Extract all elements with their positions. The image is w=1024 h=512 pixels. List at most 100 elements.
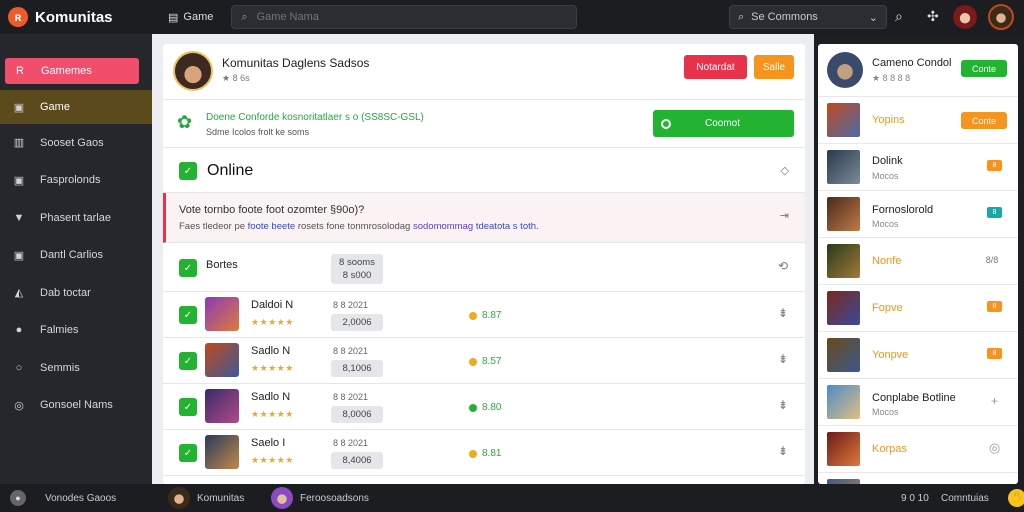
notice-link[interactable]: tdeatota s toth. <box>476 221 539 232</box>
item-sub: Mocos <box>872 171 899 181</box>
item-name: Korpas <box>872 443 907 455</box>
sidebar-item-dantl[interactable]: ▣ Dantl Carlios <box>0 237 152 275</box>
secondary-button[interactable]: Salle <box>754 55 794 79</box>
sidebar-item-falmies[interactable]: ● Falmies <box>0 312 152 350</box>
sidebar-item-semmis[interactable]: ○ Semmis <box>0 349 152 387</box>
check-icon[interactable]: ✓ <box>179 398 197 416</box>
game-thumbnail <box>827 338 860 372</box>
game-thumbnail <box>827 197 860 231</box>
item-name: Yopins <box>872 114 905 126</box>
sidebar-item-phasent[interactable]: ▼ Phasent tarlae <box>0 199 152 237</box>
table-row[interactable]: ✓ Daldoi N ★★★★★ 8 8 2021 2,0006 8.87 ⇟ <box>163 292 805 338</box>
footer-community[interactable]: Comntuias ✋ <box>941 488 1024 508</box>
status-dot <box>469 403 477 412</box>
table-row[interactable]: ✓ Sadlo N ★★★★★ 8 8 2021 8,1006 8.57 ⇟ <box>163 338 805 384</box>
notice-banner: Vote tornbo foote foot ozomter §90o)? Fa… <box>163 193 805 243</box>
sidebar-item-fasprolonds[interactable]: ▣ Fasprolonds <box>0 162 152 200</box>
expand-icon[interactable]: ⇥ <box>780 209 789 222</box>
chevron-down-icon: ⌄ <box>868 11 878 24</box>
notice-link[interactable]: foote beete <box>248 221 296 232</box>
avatar[interactable] <box>173 51 213 91</box>
item-tag[interactable]: Conte <box>961 112 1007 129</box>
item-name: Fopve <box>872 302 903 314</box>
notice-title: Vote tornbo foote foot ozomter §90o)? <box>179 204 365 216</box>
notice-link[interactable]: sodomommag <box>413 221 476 232</box>
check-icon[interactable]: ✓ <box>179 444 197 462</box>
table-row[interactable]: ✓ Saelo I ★★★★★ 8 8 2021 8,4006 8.81 ⇟ <box>163 430 805 476</box>
sidebar-item-sooset-gaos[interactable]: ▥ Sooset Gaos <box>0 124 152 162</box>
footer-status[interactable]: ● Vonodes Gaoos <box>10 488 116 508</box>
status-value: 8.80 <box>482 402 502 413</box>
row-action-icon[interactable]: ⇟ <box>778 444 788 458</box>
list-item[interactable]: Nonfe 8/8 <box>818 238 1018 285</box>
rating-stars: ★★★★★ <box>251 317 294 327</box>
sidebar-item-game[interactable]: ▣ Game <box>0 90 152 124</box>
list-header-pill: 8 sooms 8 s000 <box>331 254 383 284</box>
check-icon[interactable]: ✓ <box>179 259 197 277</box>
add-icon[interactable]: + <box>987 394 1002 408</box>
list-item[interactable]: Conplabe Botline Mocos + <box>818 379 1018 426</box>
list-item[interactable]: Yonpve 8 <box>818 332 1018 379</box>
row-date: 8 8 2021 <box>333 438 369 448</box>
row-action-icon[interactable]: ⇟ <box>778 398 788 412</box>
sidebar-item-label: Game <box>40 101 70 113</box>
list-item[interactable]: Cameno Condol ★ 8 8 8 8 Conte <box>818 44 1018 97</box>
row-value: 2,0006 <box>331 314 383 331</box>
status-dot <box>469 449 477 458</box>
list-item[interactable]: Yopins Conte <box>818 97 1018 144</box>
search-bar[interactable]: ⌕ <box>231 5 578 29</box>
list-item[interactable]: Dolink Mocos 8 <box>818 144 1018 191</box>
status-value: 8.81 <box>482 448 502 459</box>
row-name: Sadlo N <box>251 345 291 357</box>
row-value: 8,1006 <box>331 360 383 377</box>
list-header-label: Bortes <box>206 259 238 271</box>
check-icon[interactable]: ✓ <box>179 306 197 324</box>
list-item[interactable]: Fopve 8 <box>818 285 1018 332</box>
table-row[interactable]: ✓ Sadlo N ★★★★★ 8 8 2021 8,0006 8.80 ⇟ <box>163 384 805 430</box>
connect-icon: ✿ <box>177 112 193 132</box>
user-avatar[interactable] <box>988 4 1014 30</box>
diamond-icon[interactable]: ◇ <box>781 164 789 177</box>
sidebar-item-dab[interactable]: ◭ Dab toctar <box>0 274 152 312</box>
circle-icon <box>661 118 671 129</box>
avatar <box>271 487 293 509</box>
row-action-icon[interactable]: ⇟ <box>778 306 788 320</box>
sidebar-item-label: Falmies <box>40 324 79 337</box>
list-item[interactable]: Korpas ◎ <box>818 426 1018 473</box>
check-icon[interactable]: ✓ <box>179 352 197 370</box>
row-name: Sadlo N <box>251 391 291 403</box>
sidebar-item-gamemes[interactable]: R Gamemes <box>5 58 139 84</box>
search-input[interactable] <box>256 11 547 23</box>
online-title: Online <box>207 162 254 179</box>
status-dot <box>469 357 477 366</box>
notification-avatar[interactable] <box>953 5 977 29</box>
check-icon: ✓ <box>179 162 197 180</box>
connect-button[interactable]: Coomot <box>653 110 794 137</box>
app-logo[interactable]: ʀ Komunitas <box>0 7 152 27</box>
online-section-header[interactable]: ✓ Online ◇ <box>163 148 805 193</box>
item-tag[interactable]: 8 <box>987 160 1002 171</box>
sidebar-item-gonsoel[interactable]: ◎ Gonsoel Nams <box>0 387 152 425</box>
list-item[interactable]: Fornoslorold Mocos 8 <box>818 191 1018 238</box>
item-tag[interactable]: 8 <box>987 348 1002 359</box>
target-icon[interactable]: ◎ <box>987 440 1002 455</box>
filter-icon: ▼ <box>13 211 25 224</box>
primary-button[interactable]: Notardat <box>684 55 747 79</box>
refresh-icon[interactable]: ⟲ <box>778 259 788 273</box>
footer-user-1[interactable]: Komunitas <box>168 487 244 509</box>
puzzle-icon[interactable]: ✣ <box>927 8 939 25</box>
item-tag[interactable]: 8/8 <box>982 254 1002 265</box>
settings-icon: ● <box>15 324 23 337</box>
search-icon[interactable]: ⌕ <box>895 8 903 25</box>
search-icon: ⌕ <box>241 10 248 23</box>
row-status: 8.80 <box>469 402 501 413</box>
secondary-search[interactable]: ⌕ Se Commons ⌄ <box>729 5 887 29</box>
row-action-icon[interactable]: ⇟ <box>778 352 788 366</box>
games-link[interactable]: ▤ Game <box>168 11 213 24</box>
item-tag[interactable]: Conte <box>961 60 1007 77</box>
avatar <box>168 487 190 509</box>
games-label: Game <box>183 11 214 23</box>
footer-user-2[interactable]: Feroosoadsons <box>271 487 369 509</box>
item-tag[interactable]: 8 <box>987 301 1002 312</box>
item-tag[interactable]: 8 <box>987 207 1002 218</box>
